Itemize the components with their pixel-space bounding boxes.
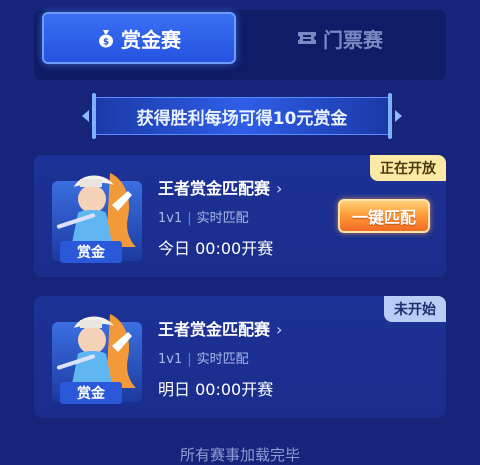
tab-bounty[interactable]: $ 赏金赛 [42,12,236,64]
reward-banner: 获得胜利每场可得10元赏金 [82,93,402,139]
banner-left-bar [92,93,96,139]
avatar-badge: 赏金 [77,385,106,402]
chevron-right-icon: › [276,320,283,339]
tab-ticket-label: 门票赛 [323,27,383,52]
tab-bounty-label: 赏金赛 [121,27,181,52]
match-card[interactable]: 未开始 赏金 王者赏金匹配赛 › 1v1 | 实时匹配 明日 00:00开赛 [34,296,446,418]
banner-right-bar [388,93,392,139]
avatar-badge: 赏金 [77,244,106,261]
status-badge: 正在开放 [370,155,446,181]
tab-ticket[interactable]: 门票赛 [240,12,440,64]
hero-avatar: 赏金 [50,167,144,267]
match-title-text: 王者赏金匹配赛 [158,179,271,198]
banner-left-arrow-icon [82,110,89,122]
status-badge: 未开始 [384,296,446,322]
match-mode: 1v1 [158,352,183,367]
match-start-time: 今日 00:00开赛 [158,239,274,258]
match-meta: 1v1 | 实时匹配 [158,207,249,226]
match-title[interactable]: 王者赏金匹配赛 › [158,316,282,340]
banner-text: 获得胜利每场可得10元赏金 [136,108,348,129]
match-card[interactable]: 正在开放 赏金 王者赏金匹配赛 › 1v1 | 实时匹配 今日 00:00开赛 一键匹… [34,155,446,277]
svg-text:$: $ [103,38,109,48]
match-title[interactable]: 王者赏金匹配赛 › [158,175,282,199]
money-bag-icon: $ [97,28,115,48]
match-title-text: 王者赏金匹配赛 [158,320,271,339]
match-type: 实时匹配 [196,352,249,367]
banner-right-arrow-icon [395,110,402,122]
load-complete-text: 所有赛事加载完毕 [179,446,300,464]
chevron-right-icon: › [276,179,283,198]
ticket-icon [297,30,317,46]
hero-avatar: 赏金 [50,308,144,408]
match-start-time: 明日 00:00开赛 [158,380,274,399]
meta-divider: | [187,352,192,367]
quick-match-button[interactable]: 一键匹配 [338,199,430,233]
meta-divider: | [187,211,192,226]
match-type: 实时匹配 [196,211,249,226]
match-mode: 1v1 [158,211,183,226]
match-meta: 1v1 | 实时匹配 [158,348,249,367]
